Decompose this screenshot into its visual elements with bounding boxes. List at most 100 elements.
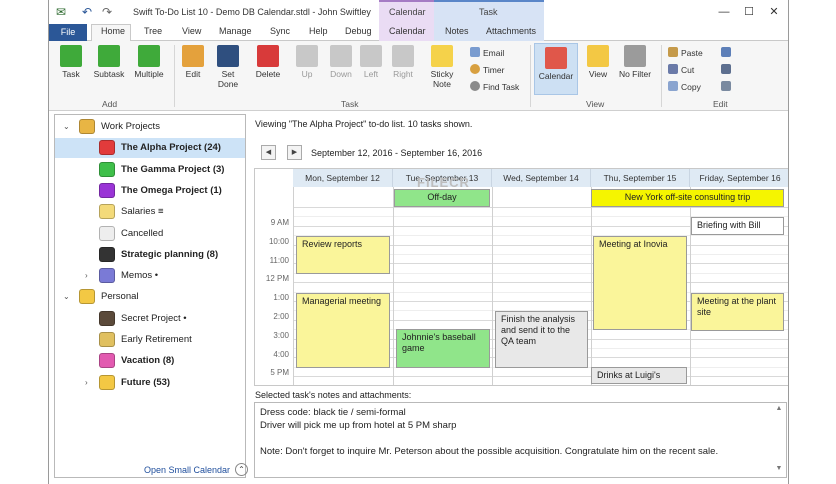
sticky-note-button[interactable]: Sticky Note <box>425 45 459 89</box>
context-calendar-header: Calendar <box>379 0 434 24</box>
ribbon-separator <box>661 45 662 107</box>
redo-icon[interactable]: ↷ <box>100 5 114 19</box>
appointment-meeting-at-inovia[interactable]: Meeting at Inovia <box>593 236 687 330</box>
print-icon <box>721 64 731 74</box>
notes-box[interactable]: Dress code: black tie / semi-formal Driv… <box>254 402 787 478</box>
add-subtask-button[interactable]: Subtask <box>89 45 129 79</box>
tab-calendar[interactable]: Calendar <box>389 26 426 36</box>
add-multiple-button[interactable]: Multiple <box>129 45 169 79</box>
tab-tree[interactable]: Tree <box>144 26 162 36</box>
no-filter-button[interactable]: No Filter <box>615 45 655 79</box>
delete-button[interactable]: Delete <box>251 45 285 79</box>
grid-column-line <box>293 187 294 385</box>
open-small-calendar-button[interactable]: ⌃ <box>235 463 248 476</box>
tree-item-label: Salaries ≡ <box>121 206 164 218</box>
appointment-managerial-meeting[interactable]: Managerial meeting <box>296 293 390 368</box>
tree-item[interactable]: Secret Project • <box>55 309 245 329</box>
set-done-label-2: Done <box>217 79 239 89</box>
tools-button[interactable] <box>721 81 734 92</box>
minimize-button[interactable]: — <box>714 4 734 20</box>
tab-home[interactable]: Home <box>101 26 125 36</box>
tab-sync[interactable]: Sync <box>270 26 290 36</box>
view-button[interactable]: View <box>583 45 613 79</box>
wrench-icon <box>721 81 731 91</box>
timer-label: Timer <box>483 65 505 75</box>
appointment-plant-site-meeting[interactable]: Meeting at the plant site <box>691 293 784 331</box>
appointment-off-day[interactable]: Off-day <box>394 189 490 207</box>
tab-file[interactable]: File <box>49 24 87 41</box>
grid-line <box>293 207 788 208</box>
notes-line: Note: Don't forget to inquire Mr. Peters… <box>260 446 719 457</box>
tree-item[interactable]: › Memos • <box>55 266 245 286</box>
find-task-button[interactable]: Find Task <box>470 81 519 92</box>
viewing-status: Viewing "The Alpha Project" to-do list. … <box>255 119 473 129</box>
tree-item-icon <box>99 353 115 369</box>
move-left-button[interactable]: Left <box>357 45 385 79</box>
tab-attachments[interactable]: Attachments <box>486 26 536 36</box>
tree-item-label: Strategic planning (8) <box>121 248 219 260</box>
view-group-label: View <box>586 99 605 109</box>
expand-toggle-icon[interactable]: ⌄ <box>63 122 70 131</box>
copy-button[interactable]: Copy <box>668 81 701 92</box>
appointment-baseball-game[interactable]: Johnnie's baseball game <box>396 329 490 368</box>
tree-item[interactable]: Vacation (8) <box>55 351 245 371</box>
tree-item[interactable]: Salaries ≡ <box>55 202 245 222</box>
tree-item[interactable]: Early Retirement <box>55 330 245 350</box>
delete-label: Delete <box>255 69 281 79</box>
appointment-review-reports[interactable]: Review reports <box>296 236 390 274</box>
appointment-new-york-trip[interactable]: New York off-site consulting trip <box>591 189 784 207</box>
time-label: 9 AM <box>270 218 289 227</box>
tree-item[interactable]: Strategic planning (8) <box>55 245 245 265</box>
tab-debug[interactable]: Debug <box>345 26 372 36</box>
undo-icon[interactable]: ↶ <box>80 5 94 19</box>
ribbon-separator <box>174 45 175 107</box>
tab-view[interactable]: View <box>182 26 201 36</box>
time-label: 4:00 <box>273 349 289 359</box>
open-small-calendar-link[interactable]: Open Small Calendar <box>144 465 230 475</box>
time-label: 2:00 <box>273 312 289 321</box>
tree-item[interactable]: The Omega Project (1) <box>55 181 245 201</box>
day-header-fri: Friday, September 16 <box>690 169 788 187</box>
add-task-button[interactable]: Task <box>53 45 89 79</box>
expand-toggle-icon[interactable]: › <box>85 378 88 387</box>
plus-icon <box>60 45 82 67</box>
subtask-icon <box>98 45 120 67</box>
move-right-button[interactable]: Right <box>387 45 419 79</box>
tree-item[interactable]: ⌄ Work Projects <box>55 117 245 137</box>
maximize-button[interactable]: ☐ <box>739 4 759 20</box>
tab-notes[interactable]: Notes <box>445 26 469 36</box>
tab-manage[interactable]: Manage <box>219 26 252 36</box>
scroll-down-icon[interactable]: ▼ <box>774 465 784 475</box>
expand-toggle-icon[interactable]: › <box>85 271 88 280</box>
tree-item[interactable]: Cancelled <box>55 224 245 244</box>
move-up-button[interactable]: Up <box>293 45 321 79</box>
tree-item[interactable]: ⌄ Personal <box>55 287 245 307</box>
tab-help[interactable]: Help <box>309 26 328 36</box>
tree-item[interactable]: › Future (53) <box>55 373 245 393</box>
scroll-up-icon[interactable]: ▲ <box>774 405 784 415</box>
paste-button[interactable]: Paste <box>668 47 703 58</box>
set-done-button[interactable]: Set Done <box>211 45 245 89</box>
context-task-label: Task <box>479 7 498 17</box>
select-all-button[interactable] <box>721 47 734 58</box>
move-down-button[interactable]: Down <box>325 45 357 79</box>
arrow-left-icon <box>360 45 382 67</box>
time-label: 12 PM <box>265 274 289 284</box>
task-group-label: Task <box>341 99 359 109</box>
appointment-finish-analysis[interactable]: Finish the analysis and send it to the Q… <box>495 311 588 368</box>
next-week-button[interactable]: ▶ <box>287 145 302 160</box>
project-tree: ⌄ Work Projects The Alpha Project (24) The … <box>54 114 248 478</box>
cut-button[interactable]: Cut <box>668 64 694 75</box>
close-button[interactable]: ✕ <box>764 4 784 20</box>
email-button[interactable]: Email <box>470 47 504 58</box>
appointment-briefing-with-bill[interactable]: Briefing with Bill <box>691 217 784 235</box>
print-button[interactable] <box>721 64 734 75</box>
expand-toggle-icon[interactable]: ⌄ <box>63 292 70 301</box>
timer-button[interactable]: Timer <box>470 64 504 75</box>
tree-item[interactable]: The Gamma Project (3) <box>55 160 245 180</box>
appointment-drinks-at-luigis[interactable]: Drinks at Luigi's <box>591 367 687 384</box>
tree-item[interactable]: The Alpha Project (24) <box>55 138 245 159</box>
previous-week-button[interactable]: ◀ <box>261 145 276 160</box>
calendar-view-button[interactable]: Calendar <box>534 43 578 95</box>
edit-button[interactable]: Edit <box>177 45 209 79</box>
